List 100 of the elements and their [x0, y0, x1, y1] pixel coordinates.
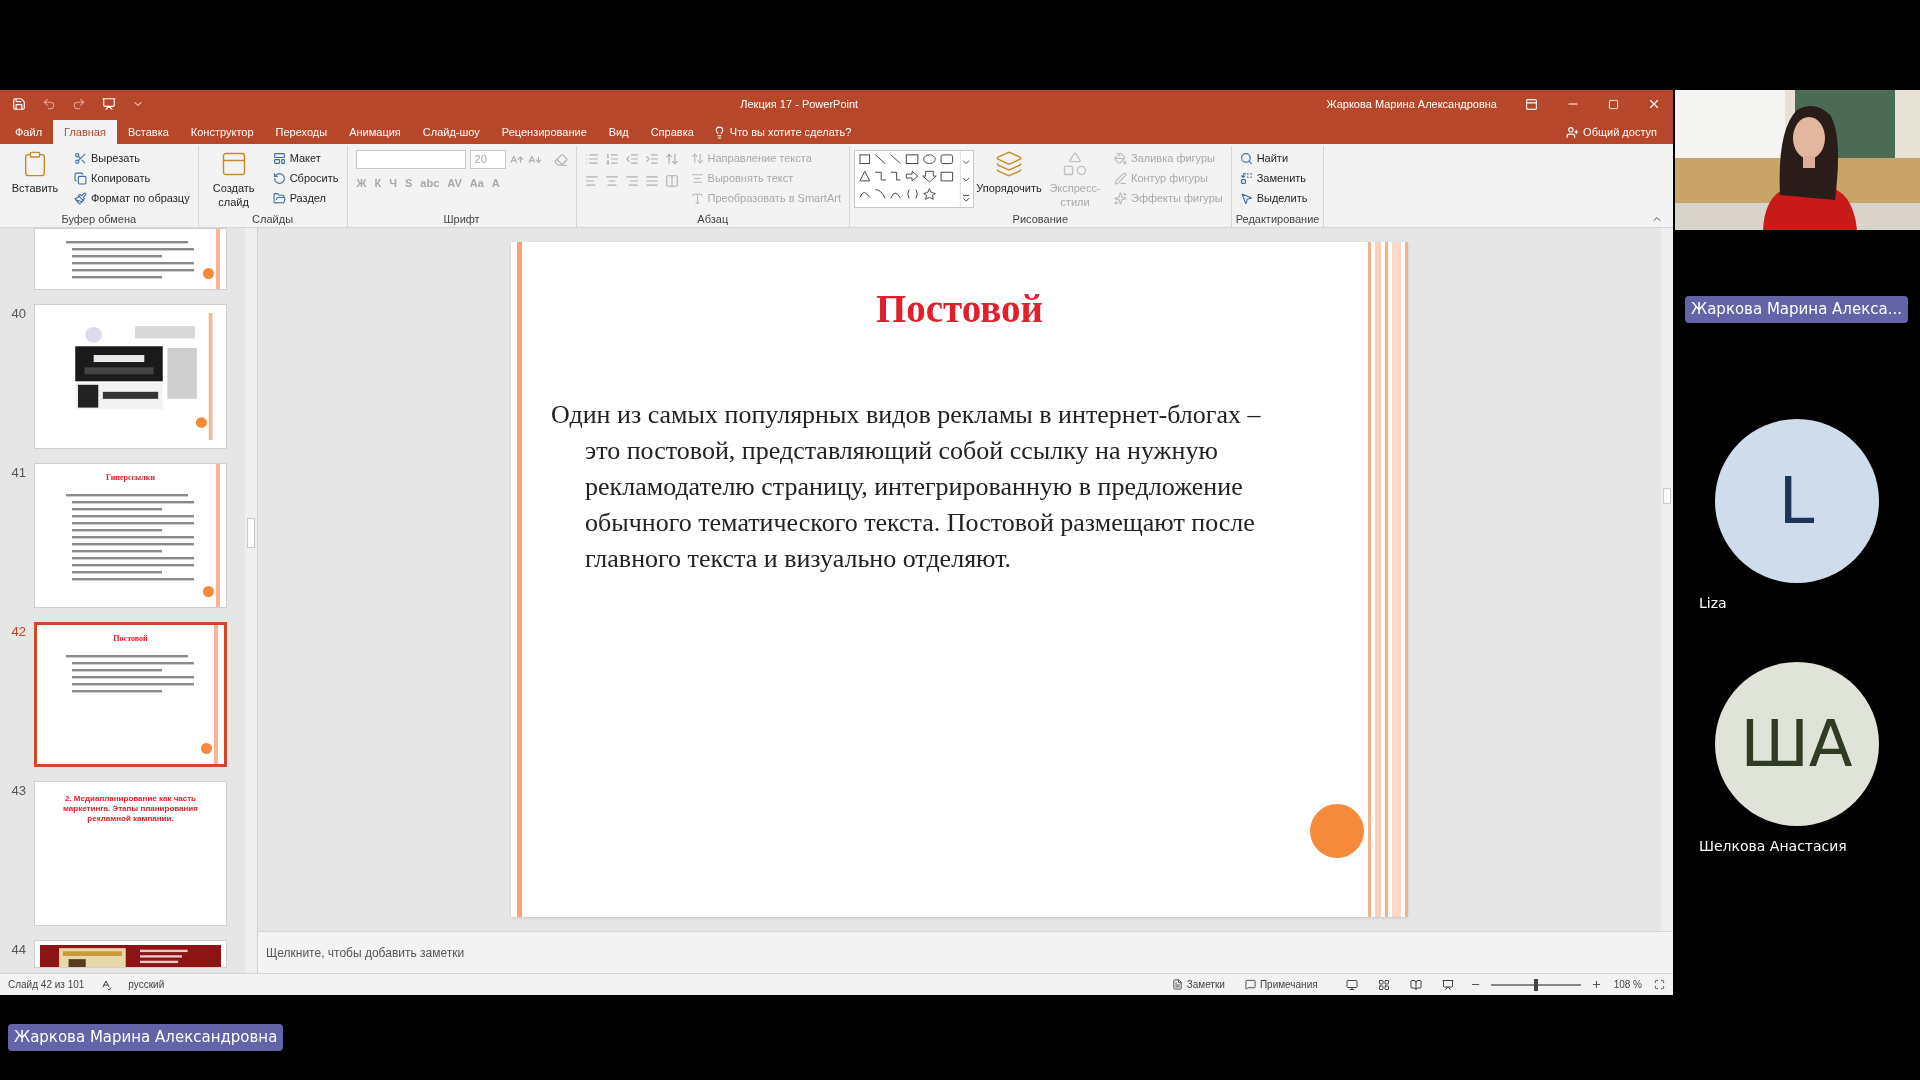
group-label: Буфер обмена — [60, 212, 138, 227]
slide-thumbnail[interactable] — [34, 228, 227, 290]
slide-thumbnail[interactable] — [34, 304, 227, 449]
notes-button[interactable]: Заметки — [1167, 977, 1229, 992]
numbering-icon — [604, 152, 619, 166]
avatar-initials: L — [1778, 462, 1815, 540]
ribbon-tab[interactable]: Справка — [639, 120, 705, 144]
ribbon-tab[interactable]: Вставка — [116, 120, 180, 144]
slide-title: Постовой — [875, 286, 1044, 332]
ribbon-display-icon[interactable] — [1525, 97, 1538, 111]
ribbon-button[interactable]: Найти — [1235, 148, 1312, 168]
notes-field[interactable]: Щелкните, чтобы добавить заметки — [266, 943, 465, 962]
language-label[interactable]: русский — [128, 977, 165, 992]
ribbon-icon — [1239, 191, 1253, 205]
slide-number: 42 — [10, 623, 26, 641]
slide-number: 40 — [10, 305, 26, 323]
user-icon — [1566, 125, 1580, 139]
ribbon-tab[interactable]: Конструктор — [179, 120, 265, 144]
slide-thumbnail[interactable]: Гиперссылки — [34, 463, 227, 608]
ribbon-icon — [74, 171, 87, 185]
columns-icon — [664, 174, 679, 188]
presenter-name-tag: Жаркова Марина Александровна — [8, 1024, 284, 1051]
slideshow-icon[interactable] — [102, 97, 116, 111]
slide-sorter-icon[interactable] — [1377, 978, 1390, 991]
slide-thumbnail[interactable] — [34, 940, 227, 968]
scrollbar[interactable] — [245, 228, 257, 973]
ribbon-icon — [272, 151, 286, 165]
group-label: Слайды — [251, 212, 295, 227]
font-name-field[interactable] — [355, 150, 466, 169]
ribbon-icon — [1239, 151, 1253, 165]
justify-icon — [644, 174, 659, 188]
ribbon-tab[interactable]: Главная — [53, 120, 117, 144]
shapes-gallery-icon[interactable] — [854, 150, 974, 208]
ribbon-icon — [74, 151, 87, 165]
participant-name-tag: Жаркова Марина Алекса... — [1685, 296, 1908, 323]
ribbon-button[interactable]: Сбросить — [268, 168, 343, 188]
clear-formatting-icon — [553, 152, 568, 167]
group-label: Абзац — [696, 212, 730, 227]
ribbon-button[interactable]: Формат по образцу — [70, 188, 194, 208]
spellcheck-icon[interactable] — [100, 978, 113, 991]
ribbon-tab[interactable]: Вид — [597, 120, 640, 144]
ribbon-icon — [995, 150, 1023, 178]
restore-icon[interactable] — [1608, 98, 1619, 110]
thumbnail-title: Гиперссылки — [105, 472, 156, 484]
thumbnail-title: 2. Медиапланирование как часть маркетинга. Этапы планирования рекламной кампании. — [62, 794, 199, 824]
avatar-initials: ША — [1740, 705, 1853, 783]
save-icon[interactable] — [12, 97, 26, 111]
ribbon-button[interactable]: Макет — [268, 148, 343, 168]
reading-view-icon[interactable] — [1409, 978, 1422, 991]
ribbon-icon — [690, 191, 704, 205]
ribbon-button[interactable]: Заменить — [1235, 168, 1312, 188]
ribbon-icon — [1114, 171, 1127, 185]
zoom-thumb[interactable] — [1533, 978, 1538, 991]
ribbon-button[interactable]: Выделить — [1235, 188, 1312, 208]
slide-number: 41 — [10, 464, 26, 482]
user-name[interactable]: Жаркова Марина Александровна — [1326, 95, 1497, 113]
comment-icon — [1244, 979, 1256, 990]
zoom-in-icon[interactable] — [1590, 979, 1602, 990]
align-center-icon — [604, 174, 619, 188]
ribbon-button[interactable]: Раздел — [268, 188, 343, 208]
ribbon-icon — [1239, 171, 1253, 185]
align-right-icon — [624, 174, 639, 188]
ribbon-icon — [1061, 150, 1089, 178]
slide-thumbnail[interactable]: 2. Медиапланирование как часть маркетинга. Этапы планирования рекламной кампании. — [34, 781, 227, 926]
normal-view-icon[interactable] — [1345, 978, 1358, 991]
fit-slide-icon[interactable] — [1654, 979, 1665, 990]
ribbon-large-button[interactable]: Создать слайд — [202, 146, 265, 211]
close-icon[interactable] — [1647, 97, 1661, 111]
ribbon-tab[interactable]: Файл — [4, 120, 54, 144]
thumbnail-title: Постовой — [113, 633, 148, 645]
ribbon-icon — [690, 171, 704, 185]
increase-indent-icon — [644, 152, 659, 166]
scrollbar[interactable] — [1661, 228, 1673, 931]
ribbon-button[interactable]: Вырезать — [70, 148, 194, 168]
notes-icon — [1171, 979, 1183, 990]
decrease-indent-icon — [624, 152, 639, 166]
zoom-slider[interactable] — [1488, 978, 1583, 991]
ribbon-button[interactable]: Копировать — [70, 168, 194, 188]
group-label: Рисование — [1011, 212, 1069, 227]
ribbon-tab[interactable]: Анимация — [338, 120, 412, 144]
zoom-reading[interactable]: 108 % — [1613, 977, 1642, 992]
tell-me-field[interactable]: Что вы хотите сделать? — [704, 120, 860, 144]
share-button[interactable]: Общий доступ — [1554, 120, 1669, 144]
comments-button[interactable]: Примечания — [1240, 977, 1322, 992]
slide-thumbnail[interactable]: Постовой — [34, 622, 227, 767]
ribbon-icon — [272, 171, 286, 185]
participant-name: Шелкова Анастасия — [1699, 836, 1848, 856]
ribbon-tab[interactable]: Слайд-шоу — [411, 120, 491, 144]
ribbon-icon — [74, 191, 87, 205]
ribbon-tab[interactable]: Рецензирование — [490, 120, 598, 144]
slideshow-icon[interactable] — [1441, 978, 1454, 991]
ribbon-tab[interactable]: Переходы — [264, 120, 339, 144]
slide-counter: Слайд 42 из 101 — [8, 978, 85, 992]
ribbon-icon — [272, 191, 286, 205]
ribbon-icon — [1114, 151, 1127, 165]
ribbon-large-button[interactable]: Упорядочить — [978, 146, 1040, 211]
align-left-icon — [584, 174, 599, 188]
line-spacing-icon — [664, 152, 679, 166]
ribbon-large-button[interactable]: Вставить — [4, 146, 66, 211]
participant-name: Liza — [1699, 593, 1728, 613]
